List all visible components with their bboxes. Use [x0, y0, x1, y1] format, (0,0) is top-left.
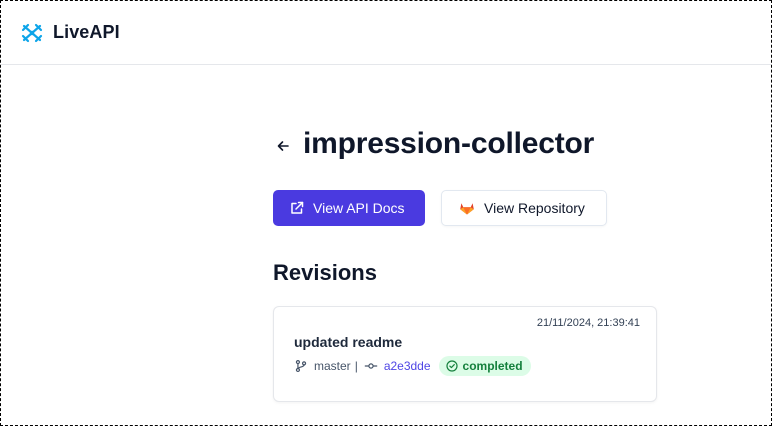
external-link-icon: [291, 201, 304, 214]
view-repository-button[interactable]: View Repository: [441, 190, 607, 226]
status-label: completed: [462, 359, 523, 373]
revision-timestamp: 21/11/2024, 21:39:41: [536, 317, 640, 329]
liveapi-logo-icon[interactable]: [20, 21, 44, 45]
app-name[interactable]: LiveAPI: [53, 22, 120, 43]
meta-separator: |: [354, 359, 358, 373]
view-api-docs-label: View API Docs: [313, 200, 405, 216]
revisions-heading: Revisions: [273, 260, 377, 285]
arrow-left-icon[interactable]: [275, 138, 291, 154]
app-window: LiveAPI impression-collector View API Do…: [0, 0, 772, 426]
git-commit-icon: [364, 363, 378, 369]
commit-hash-link[interactable]: a2e3dde: [384, 359, 431, 373]
gitlab-icon: [460, 203, 474, 215]
top-header: LiveAPI: [1, 1, 771, 65]
revision-message: updated readme: [294, 334, 403, 350]
status-badge: completed: [438, 356, 531, 376]
check-circle-icon: [445, 360, 458, 372]
git-branch-icon: [295, 359, 307, 373]
view-repository-label: View Repository: [484, 200, 585, 216]
revision-card[interactable]: 21/11/2024, 21:39:41 updated readme mast…: [273, 306, 657, 402]
page-title: impression-collector: [303, 127, 595, 160]
branch-name: master: [314, 359, 351, 373]
view-api-docs-button[interactable]: View API Docs: [273, 190, 425, 226]
revision-meta: master | a2e3dde completed: [294, 356, 531, 376]
